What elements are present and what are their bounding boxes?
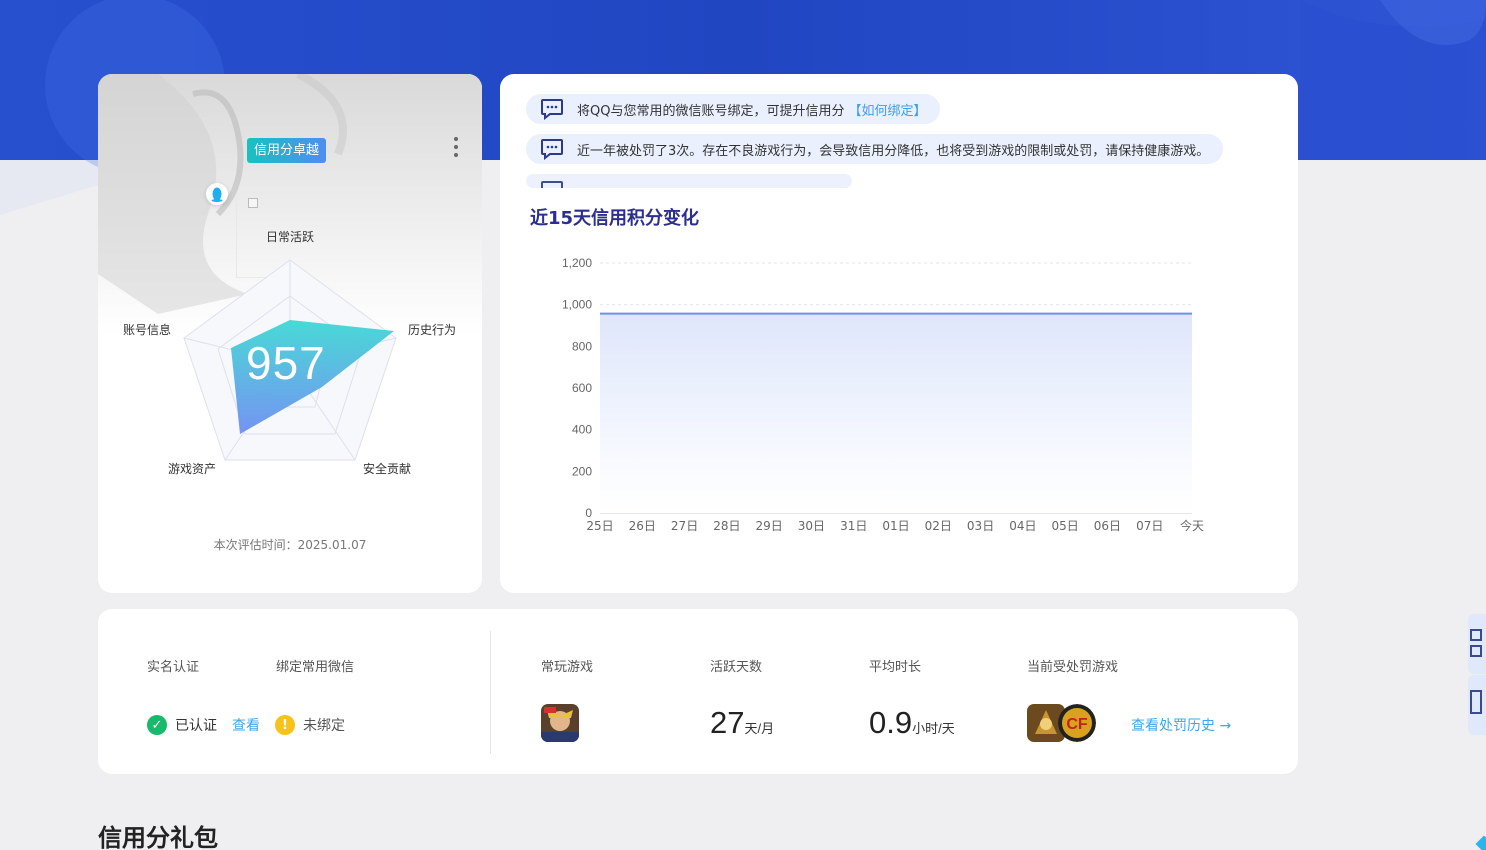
credit-score: 957 [246, 337, 326, 389]
credit-trend-chart: 0 200 400 600 800 1,000 1,200 25日 26日 27日 28日 29日 30… [562, 256, 1204, 533]
evaluation-time: 本次评估时间：2025.01.07 [213, 538, 367, 552]
realname-label: 实名认证 [147, 660, 200, 675]
x-tick-label: 30日 [798, 519, 825, 533]
wechat-status: ! 未绑定 [275, 715, 345, 735]
notice-penalty: 近一年被处罚了3次。存在不良游戏行为，会导致信用分降低，也将受到游戏的限制或处罚… [526, 134, 1224, 164]
x-tick-label: 05日 [1052, 519, 1079, 533]
punished-games-label: 当前受处罚游戏 [1027, 660, 1119, 675]
y-tick-label: 800 [572, 339, 592, 353]
message-icon [541, 181, 563, 188]
x-tick-label: 03日 [967, 519, 994, 533]
side-service-tab[interactable] [1468, 675, 1486, 735]
view-realname-link[interactable]: 查看 [232, 715, 260, 735]
how-to-bind-link[interactable]: 【如何绑定】 [848, 100, 926, 119]
warning-icon: ! [275, 715, 295, 735]
avg-time-label: 平均时长 [869, 660, 922, 675]
punish-history-row: 查看处罚历史 → [1131, 715, 1231, 735]
notice-bind-wechat: 将QQ与您常用的微信账号绑定，可提升信用分 【如何绑定】 [526, 94, 941, 124]
check-icon: ✓ [147, 715, 167, 735]
notice-text: 将QQ与您常用的微信账号绑定，可提升信用分 [577, 103, 845, 119]
x-tick-label: 25日 [586, 519, 613, 533]
realname-status-text: 已认证 [175, 718, 217, 734]
corner-decoration [1475, 835, 1486, 850]
radar-label-security: 安全贡献 [363, 462, 412, 476]
punish-history-link[interactable]: 查看处罚历史 → [1131, 715, 1231, 735]
series-area [600, 313, 1192, 513]
realname-status: ✓ 已认证 查看 [147, 715, 260, 735]
radar-label-account: 账号信息 [123, 323, 172, 337]
x-tick-label: 26日 [629, 519, 656, 533]
games-label: 常玩游戏 [541, 660, 594, 675]
x-tick-label: 02日 [925, 519, 952, 533]
wechat-status-text: 未绑定 [303, 718, 345, 734]
x-tick-label: 28日 [713, 519, 740, 533]
radar-label-assets: 游戏资产 [168, 462, 217, 476]
honor-of-kings-game-icon[interactable] [541, 704, 579, 742]
credit-level-badge: 信用分卓越 [247, 138, 327, 163]
active-days-value: 27天/月 [710, 705, 775, 740]
notice-partial [526, 174, 852, 188]
y-tick-label: 0 [585, 506, 592, 520]
x-tick-label: 27日 [671, 519, 698, 533]
account-stats-card: 实名认证 绑定常用微信 ✓ 已认证 查看 ! 未绑定 常玩游戏 活跃天数 平均时… [98, 609, 1298, 774]
y-tick-label: 400 [572, 423, 592, 437]
credit-main-card: 将QQ与您常用的微信账号绑定，可提升信用分 【如何绑定】 近一年被处罚了3次。存… [500, 74, 1298, 593]
chart-title: 近15天信用积分变化 [530, 208, 700, 229]
notice-text: 近一年被处罚了3次。存在不良游戏行为，会导致信用分降低，也将受到游戏的限制或处罚… [577, 143, 1210, 159]
x-tick-label: 01日 [882, 519, 909, 533]
x-tick-label: 29日 [756, 519, 783, 533]
y-tick-label: 600 [572, 381, 592, 395]
radar-label-daily-activity: 日常活跃 [266, 230, 315, 244]
active-days-label: 活跃天数 [710, 660, 763, 675]
x-tick-label: 今天 [1180, 518, 1204, 533]
x-tick-label: 04日 [1009, 519, 1036, 533]
x-tick-label: 07日 [1136, 519, 1163, 533]
side-qrcode-tab[interactable] [1468, 614, 1486, 674]
svg-text:CF: CF [1066, 716, 1088, 733]
avg-time-value: 0.9小时/天 [869, 705, 955, 740]
crossfire-game-icon[interactable]: CF [1058, 704, 1096, 742]
gift-section-title: 信用分礼包 [98, 824, 218, 850]
radar-label-history: 历史行为 [408, 323, 457, 337]
y-tick-label: 1,200 [562, 256, 592, 270]
qrcode-icon [1470, 629, 1482, 657]
y-tick-label: 1,000 [562, 298, 592, 312]
document-icon [1470, 690, 1482, 714]
message-icon [541, 139, 563, 160]
qq-penguin-icon [206, 183, 228, 205]
more-options-button[interactable] [444, 134, 468, 160]
avatar-image [248, 198, 258, 208]
credit-profile-card: 信用分卓越 日常活跃 历史行为 安全贡献 游戏资产 账号信息 957 本次评估时… [98, 74, 482, 593]
y-tick-label: 200 [572, 464, 592, 478]
stats-divider [490, 631, 491, 754]
wechat-bind-label: 绑定常用微信 [276, 660, 355, 675]
x-tick-label: 31日 [840, 519, 867, 533]
message-icon [541, 99, 563, 120]
x-tick-label: 06日 [1094, 519, 1121, 533]
